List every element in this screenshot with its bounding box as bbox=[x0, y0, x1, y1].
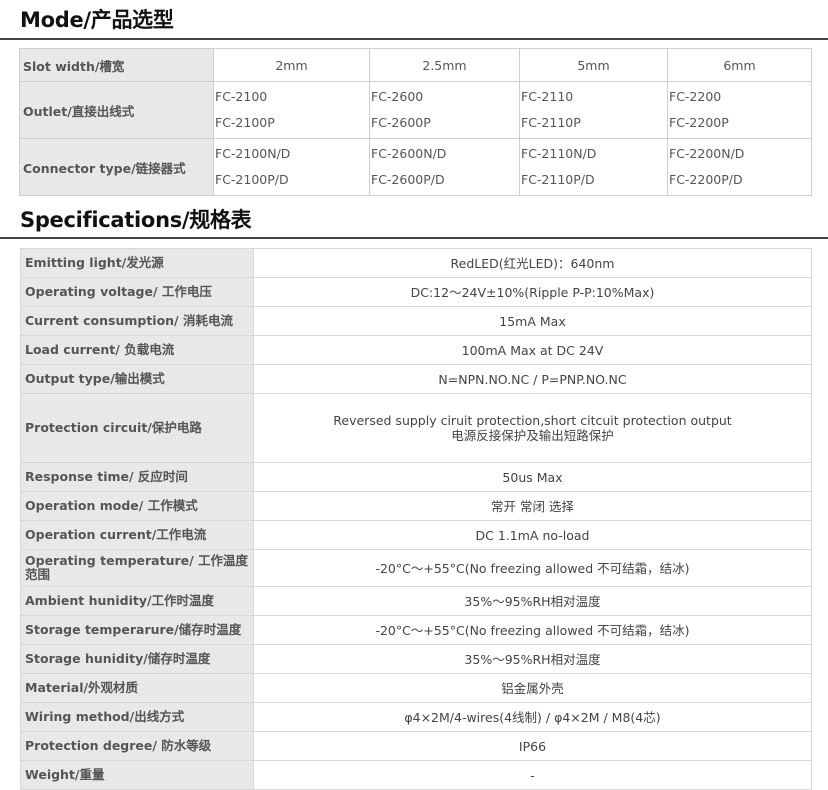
spec-label: Current consumption/ 消耗电流 bbox=[20, 306, 254, 336]
spec-row: Wiring method/出线方式 φ4×2M/4-wires(4线制) / φ… bbox=[20, 702, 812, 732]
mode-section-title: Mode/产品选型 bbox=[20, 8, 174, 32]
spec-value: 100mA Max at DC 24V bbox=[253, 335, 812, 365]
spec-row: Storage hunidity/储存时温度 35%～95%RH相对温度 bbox=[20, 644, 812, 674]
model-code: FC-2200 bbox=[669, 89, 722, 104]
spec-value: DC 1.1mA no-load bbox=[253, 520, 812, 550]
spec-section-title: Specifications/规格表 bbox=[20, 208, 252, 232]
model-code: FC-2100P/D bbox=[215, 172, 289, 187]
model-code: FC-2110P bbox=[521, 115, 581, 130]
spec-row: Protection degree/ 防水等级 IP66 bbox=[20, 731, 812, 761]
model-code: FC-2110N/D bbox=[521, 146, 597, 161]
model-code: FC-2600P/D bbox=[371, 172, 445, 187]
mode-title-divider bbox=[0, 38, 828, 40]
spec-row: Current consumption/ 消耗电流 15mA Max bbox=[20, 306, 812, 336]
spec-table: Emitting light/发光源 RedLED(红光LED)：640nm Op… bbox=[20, 248, 812, 790]
spec-row: Ambient hunidity/工作时温度 35%～95%RH相对温度 bbox=[20, 586, 812, 616]
spec-label: Output type/输出模式 bbox=[20, 364, 254, 394]
spec-row: Response time/ 反应时间 50us Max bbox=[20, 462, 812, 492]
mode-header-row: Slot width/槽宽 2mm 2.5mm 5mm 6mm bbox=[19, 48, 812, 82]
spec-label: Response time/ 反应时间 bbox=[20, 462, 254, 492]
spec-value: 常开 常闭 选择 bbox=[253, 491, 812, 521]
mode-table: Slot width/槽宽 2mm 2.5mm 5mm 6mm Outlet/直… bbox=[19, 48, 812, 196]
spec-row: Operating voltage/ 工作电压 DC:12～24V±10%(Rip… bbox=[20, 277, 812, 307]
slot-width-header: Slot width/槽宽 bbox=[19, 48, 214, 82]
model-code: FC-2600 bbox=[371, 89, 424, 104]
spec-label: Load current/ 负载电流 bbox=[20, 335, 254, 365]
spec-row: Load current/ 负载电流 100mA Max at DC 24V bbox=[20, 335, 812, 365]
spec-value-line-en: Reversed supply ciruit protection,short … bbox=[333, 413, 732, 428]
spec-title-divider bbox=[0, 237, 828, 239]
spec-value: IP66 bbox=[253, 731, 812, 761]
spec-label: Storage hunidity/储存时温度 bbox=[20, 644, 254, 674]
spec-label: Operating voltage/ 工作电压 bbox=[20, 277, 254, 307]
spec-value: - bbox=[253, 760, 812, 790]
spec-row: Operation current/工作电流 DC 1.1mA no-load bbox=[20, 520, 812, 550]
spec-value: 铝金属外壳 bbox=[253, 673, 812, 703]
spec-label: Operation mode/ 工作模式 bbox=[20, 491, 254, 521]
model-code: FC-2600P bbox=[371, 115, 431, 130]
model-cell: FC-2600N/D FC-2600P/D bbox=[369, 138, 520, 196]
slot-width-2mm: 2mm bbox=[213, 48, 370, 82]
spec-value: 50us Max bbox=[253, 462, 812, 492]
spec-value-line-cn: 电源反接保护及输出短路保护 bbox=[451, 428, 614, 443]
model-code: FC-2200P bbox=[669, 115, 729, 130]
model-code: FC-2100P bbox=[215, 115, 275, 130]
spec-row: Protection circuit/保护电路 Reversed supply c… bbox=[20, 393, 812, 463]
model-code: FC-2600N/D bbox=[371, 146, 447, 161]
outlet-label: Outlet/直接出线式 bbox=[19, 81, 214, 139]
model-code: FC-2200N/D bbox=[669, 146, 745, 161]
spec-value: Reversed supply ciruit protection,short … bbox=[253, 393, 812, 463]
connector-row: Connector type/链接器式 FC-2100N/D FC-2100P/D… bbox=[19, 138, 812, 196]
spec-value: N=NPN.NO.NC / P=PNP.NO.NC bbox=[253, 364, 812, 394]
model-code: FC-2110P/D bbox=[521, 172, 595, 187]
slot-width-2-5mm: 2.5mm bbox=[369, 48, 520, 82]
model-cell: FC-2100 FC-2100P bbox=[213, 81, 370, 139]
spec-label: Material/外观材质 bbox=[20, 673, 254, 703]
spec-value: φ4×2M/4-wires(4线制) / φ4×2M / M8(4芯) bbox=[253, 702, 812, 732]
outlet-row: Outlet/直接出线式 FC-2100 FC-2100P FC-2600 FC-2… bbox=[19, 81, 812, 139]
spec-label: Protection circuit/保护电路 bbox=[20, 393, 254, 463]
spec-row: Output type/输出模式 N=NPN.NO.NC / P=PNP.NO.N… bbox=[20, 364, 812, 394]
slot-width-6mm: 6mm bbox=[667, 48, 812, 82]
spec-row: Operation mode/ 工作模式 常开 常闭 选择 bbox=[20, 491, 812, 521]
model-cell: FC-2200 FC-2200P bbox=[667, 81, 812, 139]
spec-label: Protection degree/ 防水等级 bbox=[20, 731, 254, 761]
spec-label: Operating temperature/ 工作温度范围 bbox=[20, 549, 254, 587]
spec-value: RedLED(红光LED)：640nm bbox=[253, 248, 812, 278]
model-cell: FC-2110 FC-2110P bbox=[519, 81, 668, 139]
slot-width-5mm: 5mm bbox=[519, 48, 668, 82]
spec-row: Emitting light/发光源 RedLED(红光LED)：640nm bbox=[20, 248, 812, 278]
spec-row: Material/外观材质 铝金属外壳 bbox=[20, 673, 812, 703]
spec-label: Weight/重量 bbox=[20, 760, 254, 790]
spec-value: 35%～95%RH相对温度 bbox=[253, 586, 812, 616]
model-cell: FC-2200N/D FC-2200P/D bbox=[667, 138, 812, 196]
spec-label: Storage temperarure/储存时温度 bbox=[20, 615, 254, 645]
spec-value: 15mA Max bbox=[253, 306, 812, 336]
model-code: FC-2110 bbox=[521, 89, 574, 104]
connector-label: Connector type/链接器式 bbox=[19, 138, 214, 196]
spec-value: DC:12～24V±10%(Ripple P-P:10%Max) bbox=[253, 277, 812, 307]
spec-value: -20°C～+55°C(No freezing allowed 不可结霜，结冰) bbox=[253, 615, 812, 645]
model-cell: FC-2600 FC-2600P bbox=[369, 81, 520, 139]
spec-row: Weight/重量 - bbox=[20, 760, 812, 790]
spec-label: Emitting light/发光源 bbox=[20, 248, 254, 278]
spec-label: Ambient hunidity/工作时温度 bbox=[20, 586, 254, 616]
spec-value: -20°C～+55°C(No freezing allowed 不可结霜，结冰) bbox=[253, 549, 812, 587]
spec-label: Operation current/工作电流 bbox=[20, 520, 254, 550]
spec-value: 35%～95%RH相对温度 bbox=[253, 644, 812, 674]
model-code: FC-2200P/D bbox=[669, 172, 743, 187]
spec-row: Operating temperature/ 工作温度范围 -20°C～+55°C… bbox=[20, 549, 812, 587]
spec-label: Wiring method/出线方式 bbox=[20, 702, 254, 732]
model-code: FC-2100 bbox=[215, 89, 268, 104]
model-cell: FC-2100N/D FC-2100P/D bbox=[213, 138, 370, 196]
model-cell: FC-2110N/D FC-2110P/D bbox=[519, 138, 668, 196]
spec-row: Storage temperarure/储存时温度 -20°C～+55°C(No … bbox=[20, 615, 812, 645]
model-code: FC-2100N/D bbox=[215, 146, 291, 161]
